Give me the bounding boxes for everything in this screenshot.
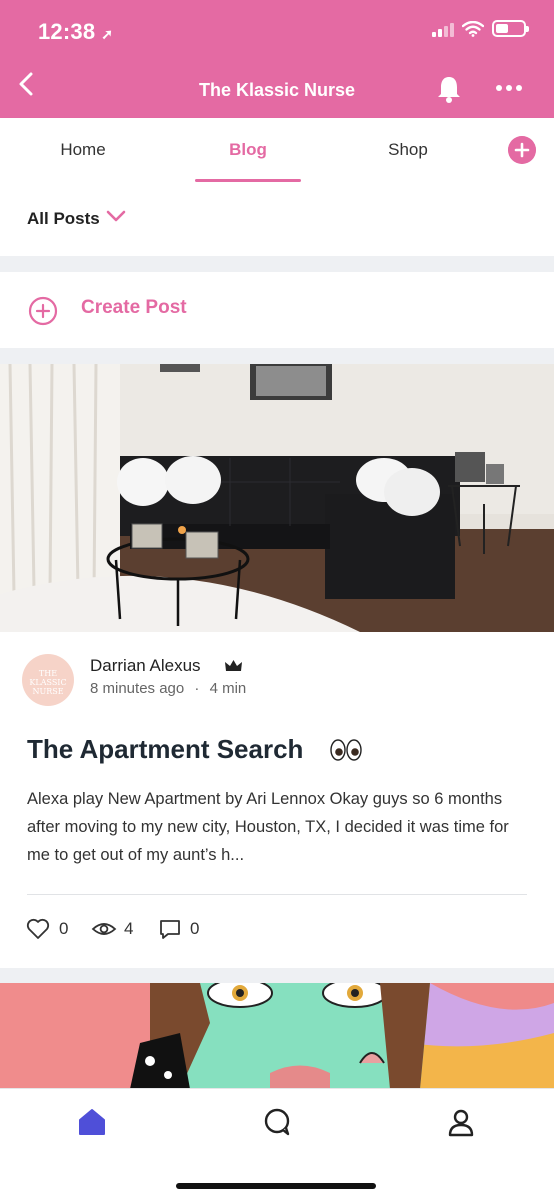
home-icon[interactable]: [76, 1106, 108, 1138]
add-circle-icon[interactable]: [28, 296, 58, 326]
author-name[interactable]: Darrian Alexus: [90, 656, 201, 676]
tab-blog[interactable]: Blog: [196, 140, 300, 160]
app-header: 12:38 ➚ The Klassic Nurse: [0, 0, 554, 118]
meta-separator: ·: [194, 680, 200, 697]
plus-icon[interactable]: [508, 136, 536, 164]
home-indicator: [176, 1183, 376, 1189]
filter-label[interactable]: All Posts: [27, 209, 100, 229]
post-read-time: 4 min: [209, 680, 247, 697]
location-arrow-icon: ➚: [101, 26, 114, 42]
status-icons: [432, 20, 529, 37]
post-excerpt[interactable]: Alexa play New Apartment by Ari Lennox O…: [27, 785, 532, 869]
next-post-cover-image[interactable]: [0, 983, 554, 1089]
section-divider: [0, 348, 554, 364]
post-divider: [27, 894, 527, 895]
bell-icon[interactable]: [436, 74, 462, 104]
chat-bubble-icon[interactable]: [261, 1106, 293, 1138]
view-count: 4: [124, 919, 134, 938]
post-title[interactable]: The Apartment Search: [27, 734, 303, 765]
comment-count: 0: [190, 919, 200, 938]
battery-icon: [492, 20, 529, 37]
like-heart-icon[interactable]: [26, 918, 50, 940]
tab-shop[interactable]: Shop: [360, 140, 456, 160]
post-filter[interactable]: All Posts: [0, 184, 554, 256]
post-meta: 8 minutes ago · 4 min: [90, 680, 246, 697]
status-time-text: 12:38: [38, 19, 96, 44]
tab-home[interactable]: Home: [40, 140, 126, 160]
wifi-icon: [462, 20, 484, 37]
tab-bar: Home Blog Shop: [0, 118, 554, 184]
create-post-label[interactable]: Create Post: [81, 297, 187, 319]
chevron-down-icon[interactable]: [106, 209, 126, 223]
section-divider: [0, 968, 554, 983]
page-title: The Klassic Nurse: [198, 80, 356, 100]
active-tab-indicator: [195, 179, 301, 182]
like-count: 0: [59, 919, 69, 938]
crown-icon: [225, 660, 242, 671]
create-post-button[interactable]: Create Post: [0, 272, 554, 348]
eyes-icon: [330, 739, 362, 761]
post-time: 8 minutes ago: [90, 680, 185, 697]
more-dots-icon[interactable]: [494, 78, 524, 98]
views-eye-icon: [91, 923, 117, 935]
comment-bubble-icon[interactable]: [158, 918, 182, 940]
section-divider: [0, 256, 554, 272]
status-time: 12:38 ➚: [38, 19, 113, 45]
author-avatar[interactable]: THE KLASSIC NURSE: [22, 654, 74, 706]
profile-icon[interactable]: [445, 1106, 477, 1138]
post-cover-image[interactable]: [0, 364, 554, 632]
signal-icon: [432, 21, 454, 37]
